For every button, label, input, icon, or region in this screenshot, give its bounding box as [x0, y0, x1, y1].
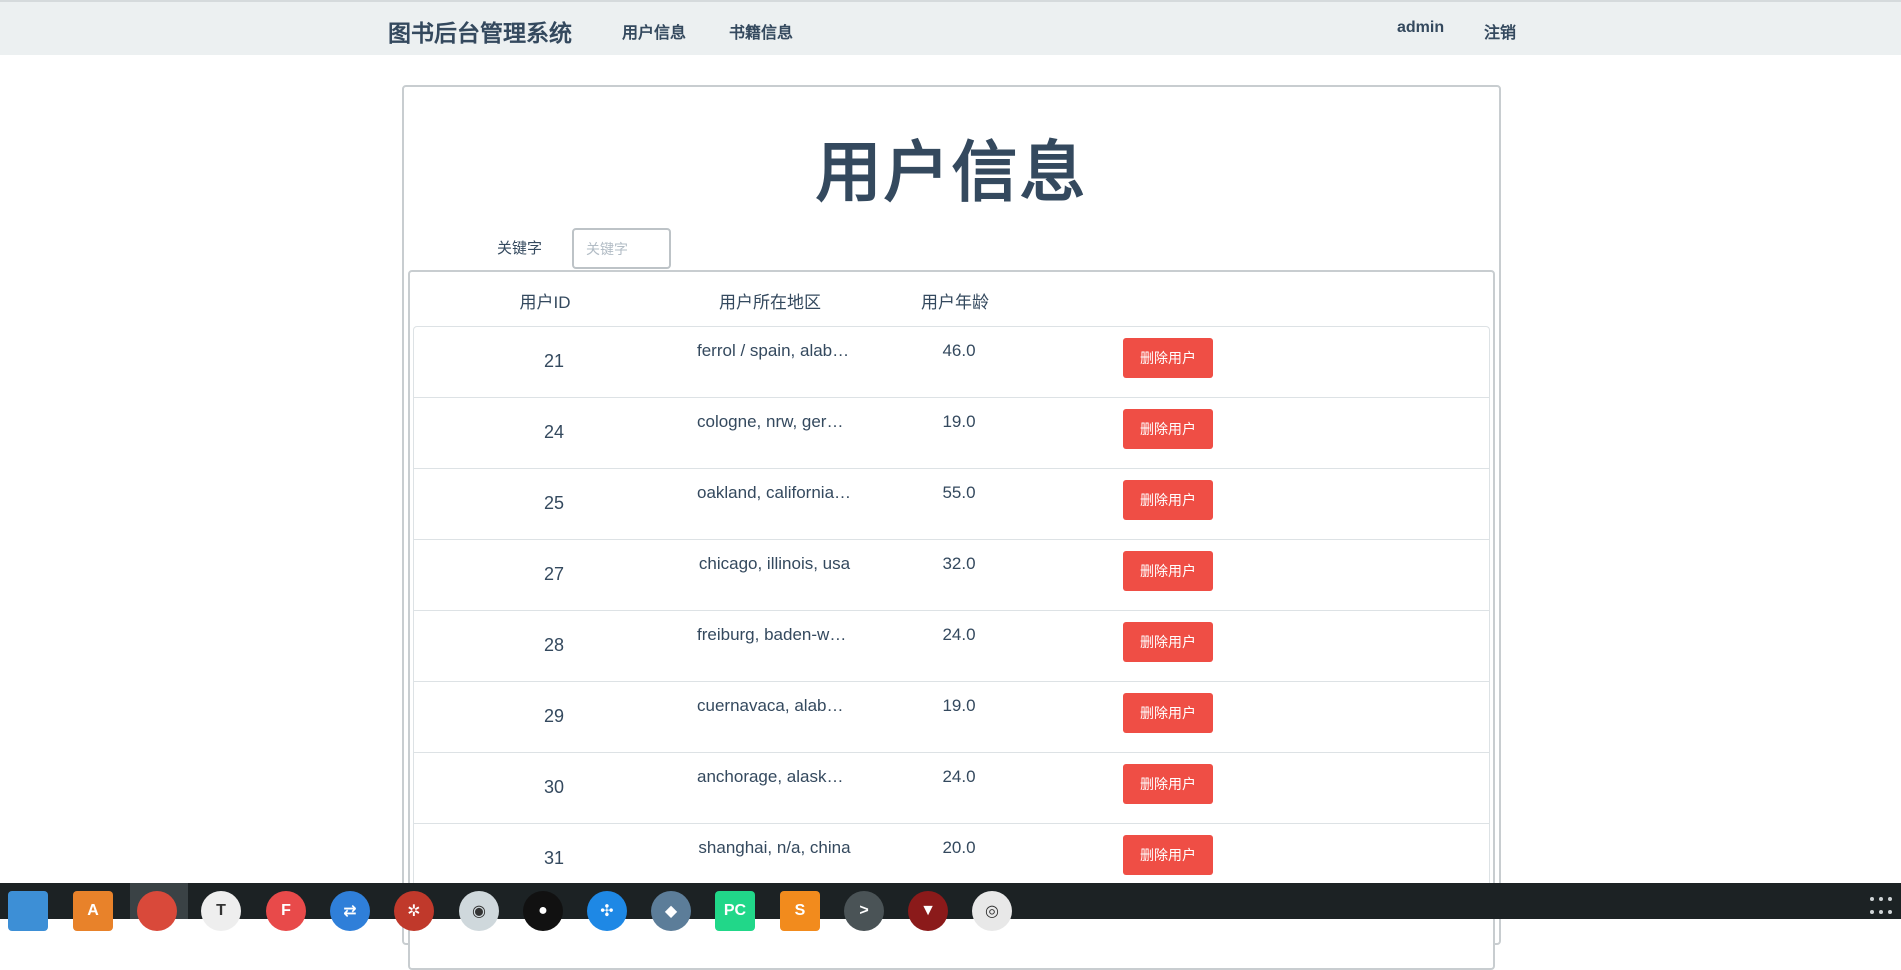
delete-user-button[interactable]: 删除用户: [1123, 764, 1213, 804]
keyword-input[interactable]: [572, 228, 671, 269]
header-user-age: 用户年龄: [921, 293, 989, 312]
top-navbar: 图书后台管理系统 用户信息 书籍信息 admin 注销: [0, 0, 1901, 55]
cell-user-age: 19.0: [942, 696, 976, 715]
cell-user-id: 31: [543, 848, 565, 868]
network-icon[interactable]: ✣: [587, 891, 627, 931]
cell-user-location: chicago, illinois, usa: [698, 554, 851, 573]
table-row: 30 anchorage, alaska, usa 24.0 删除用户: [414, 753, 1489, 824]
keyword-label: 关键字: [497, 240, 543, 257]
files-icon[interactable]: [8, 891, 48, 931]
cell-user-location: ferrol / spain, alabama, spain: [697, 341, 852, 360]
table-row: 25 oakland, california, usa 55.0 删除用户: [414, 469, 1489, 540]
wechat-icon[interactable]: ◉: [459, 891, 499, 931]
teamviewer-icon[interactable]: ⇄: [330, 891, 370, 931]
typora-icon[interactable]: T: [201, 891, 241, 931]
pycharm-icon[interactable]: PC: [715, 891, 755, 931]
cell-user-location: cuernavaca, alabama, mexico: [697, 696, 852, 715]
nav-books-link[interactable]: 书籍信息: [729, 19, 793, 43]
cell-user-age: 46.0: [942, 341, 976, 360]
cell-user-location: oakland, california, usa: [697, 483, 852, 502]
table-row: 27 chicago, illinois, usa 32.0 删除用户: [414, 540, 1489, 611]
cell-user-location: freiburg, baden-wuerttemberg, germany: [697, 625, 852, 644]
page-title: 用户信息: [815, 135, 1088, 209]
cell-user-age: 20.0: [942, 838, 976, 857]
table-row: 24 cologne, nrw, germany 19.0 删除用户: [414, 398, 1489, 469]
cell-user-age: 55.0: [942, 483, 976, 502]
delete-user-button[interactable]: 删除用户: [1123, 693, 1213, 733]
table-row: 21 ferrol / spain, alabama, spain 46.0 删…: [414, 327, 1489, 398]
table-body: 21 ferrol / spain, alabama, spain 46.0 删…: [413, 326, 1490, 895]
desktop-taskbar: A T F ⇄ ✲ ◉ ● ✣ ◆ PC S > ▼ ◎: [0, 883, 1901, 931]
wine-icon[interactable]: ▼: [908, 891, 948, 931]
cell-user-id: 28: [543, 635, 565, 655]
header-user-location: 用户所在地区: [719, 293, 821, 312]
cell-user-id: 29: [543, 706, 565, 726]
header-user-id: 用户ID: [519, 293, 571, 312]
cell-user-id: 27: [543, 564, 565, 584]
cell-user-age: 24.0: [942, 625, 976, 644]
cell-user-id: 24: [543, 422, 565, 442]
cell-user-location: anchorage, alaska, usa: [697, 767, 852, 786]
delete-user-button[interactable]: 删除用户: [1123, 338, 1213, 378]
terminal-icon[interactable]: >: [844, 891, 884, 931]
delete-user-button[interactable]: 删除用户: [1123, 622, 1213, 662]
user-table: 用户ID 用户所在地区 用户年龄 21 ferrol / spain, alab…: [408, 270, 1495, 970]
nav-username[interactable]: admin: [1397, 19, 1444, 37]
sublime-icon[interactable]: S: [780, 891, 820, 931]
table-row: 29 cuernavaca, alabama, mexico 19.0 删除用户: [414, 682, 1489, 753]
logout-link[interactable]: 注销: [1484, 19, 1516, 43]
delete-user-button[interactable]: 删除用户: [1123, 835, 1213, 875]
delete-user-button[interactable]: 删除用户: [1123, 551, 1213, 591]
cell-user-id: 30: [543, 777, 565, 797]
cell-user-age: 24.0: [942, 767, 976, 786]
foxit-icon[interactable]: F: [266, 891, 306, 931]
cell-user-age: 32.0: [942, 554, 976, 573]
table-row: 28 freiburg, baden-wuerttemberg, germany…: [414, 611, 1489, 682]
cell-user-id: 25: [543, 493, 565, 513]
delete-user-button[interactable]: 删除用户: [1123, 480, 1213, 520]
brand-title[interactable]: 图书后台管理系统: [388, 14, 572, 48]
cell-user-age: 19.0: [942, 412, 976, 431]
chrome-icon[interactable]: [137, 891, 177, 931]
delete-user-button[interactable]: 删除用户: [1123, 409, 1213, 449]
main-panel: 用户信息 关键字 用户ID 用户所在地区 用户年龄 21 ferrol / sp…: [402, 85, 1501, 970]
cell-user-location: cologne, nrw, germany: [697, 412, 852, 431]
qq-icon[interactable]: ●: [523, 891, 563, 931]
mysql-icon[interactable]: ◆: [651, 891, 691, 931]
app-grid-icon[interactable]: [1870, 897, 1900, 917]
cell-user-id: 21: [543, 351, 565, 371]
spider-icon[interactable]: ✲: [394, 891, 434, 931]
nav-users-link[interactable]: 用户信息: [622, 19, 686, 43]
software-center-icon[interactable]: A: [73, 891, 113, 931]
cell-user-location: shanghai, n/a, china: [698, 838, 851, 857]
robot-icon[interactable]: ◎: [972, 891, 1012, 931]
